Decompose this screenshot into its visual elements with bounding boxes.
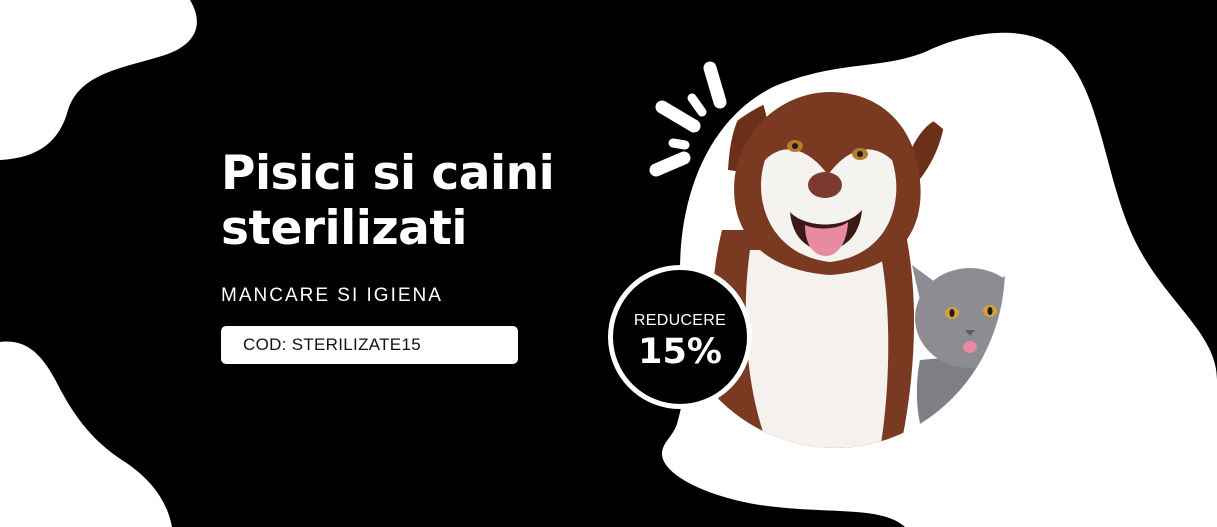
promo-code-box[interactable]: COD: STERILIZATE15	[221, 326, 518, 364]
discount-label: REDUCERE	[633, 312, 727, 329]
headline-line-1: Pisici si caini	[221, 146, 555, 201]
promo-code: COD: STERILIZATE15	[243, 335, 421, 354]
headline: Pisici si caini sterilizati	[221, 146, 641, 256]
discount-badge: REDUCERE 15%	[608, 265, 752, 409]
headline-line-2: sterilizati	[221, 201, 467, 256]
sparkle-icon	[649, 61, 727, 177]
subtitle: MANCARE SI IGIENA	[221, 285, 443, 306]
discount-value: 15%	[638, 332, 722, 372]
promo-banner[interactable]: Pisici si caini sterilizati MANCARE SI I…	[0, 0, 1217, 527]
